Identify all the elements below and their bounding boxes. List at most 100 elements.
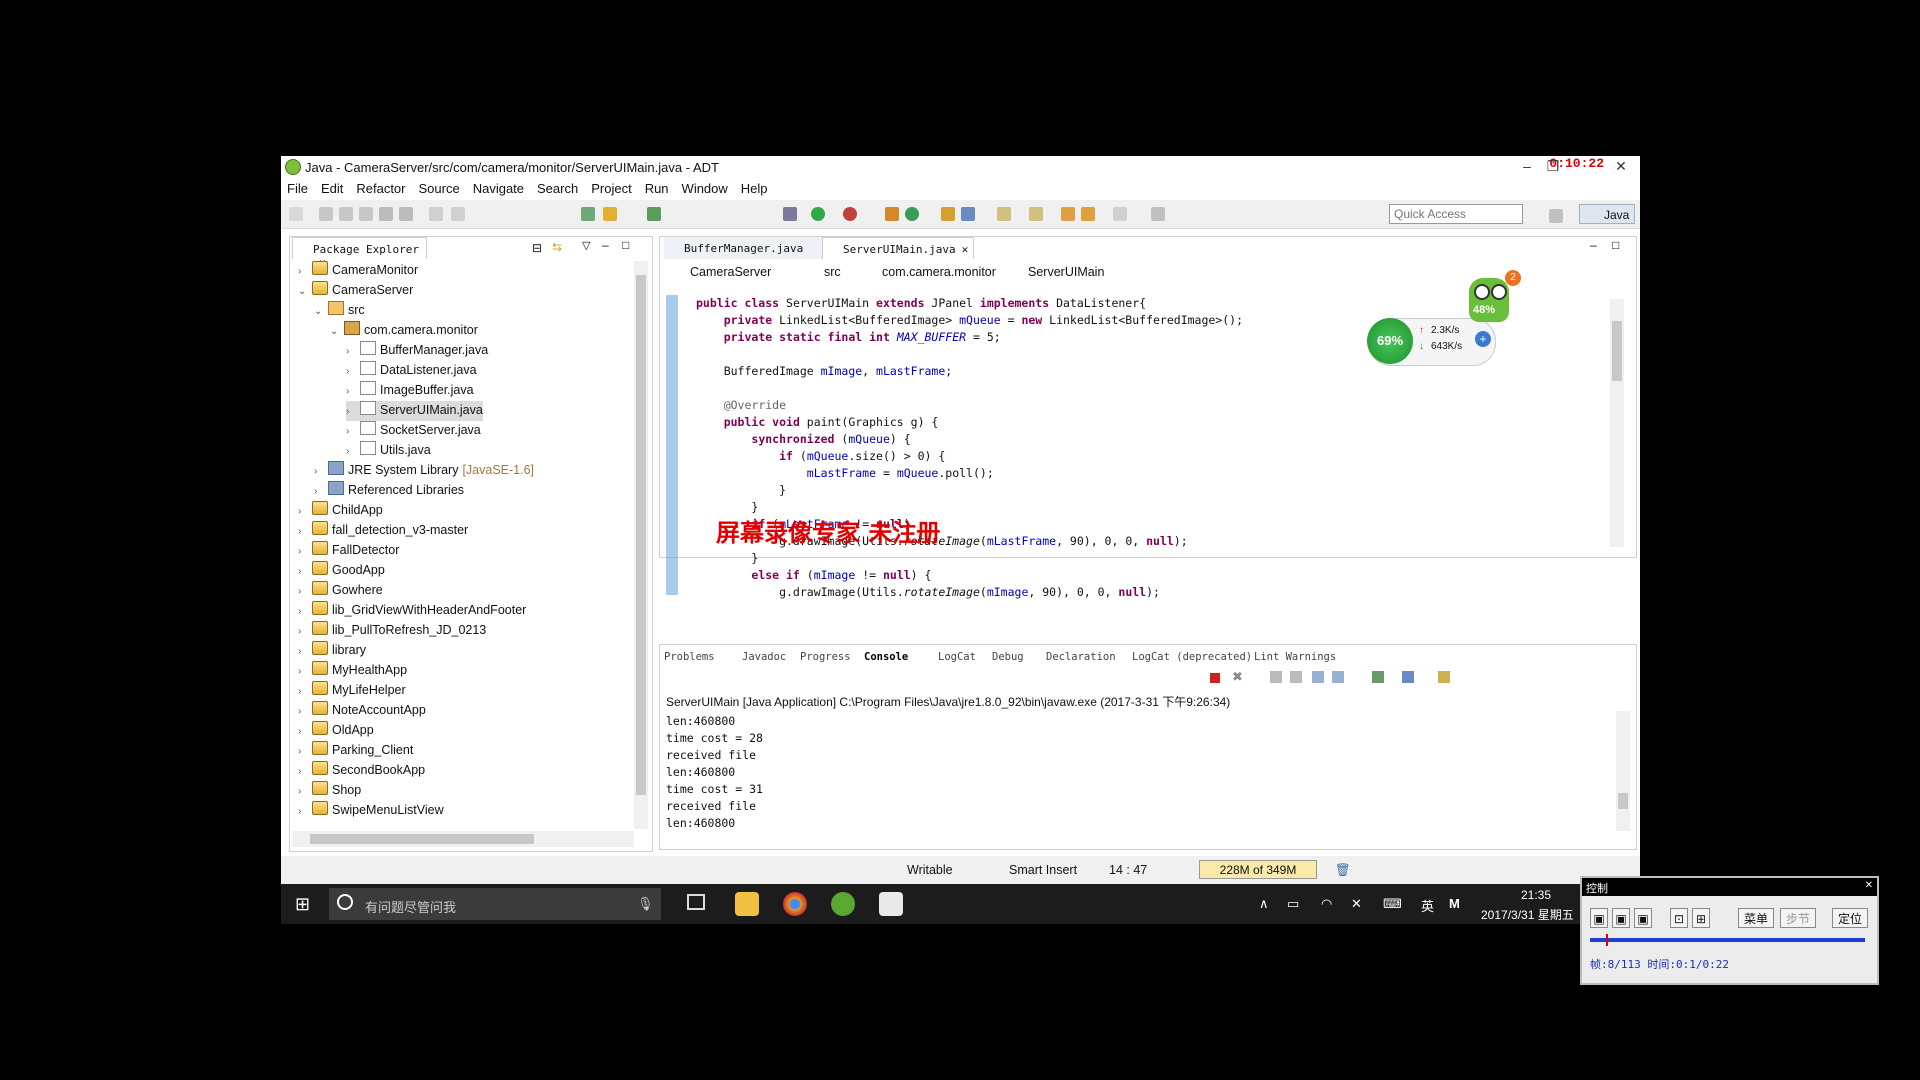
tree-item[interactable]: › JRE System Library [JavaSE-1.6] — [314, 461, 534, 481]
breadcrumb-item[interactable]: ServerUIMain — [1028, 265, 1104, 279]
tree-item[interactable]: › fall_detection_v3-master — [298, 521, 468, 541]
tree-item[interactable]: › MyLifeHelper — [298, 681, 406, 701]
windows-start-icon[interactable]: ⊞ — [295, 894, 310, 915]
tab-serveruimain-java[interactable]: ServerUIMain.java ✕ — [822, 237, 974, 259]
link-editor-icon[interactable]: ⇆ — [552, 240, 562, 254]
tree-item[interactable]: ⌄ com.camera.monitor — [330, 321, 478, 341]
menu-help[interactable]: Help — [735, 178, 775, 196]
tree-item[interactable]: ⌄ src — [314, 301, 365, 321]
last-edit-icon[interactable] — [1061, 207, 1075, 221]
expand-arrow-icon[interactable]: › — [346, 406, 358, 417]
locate-button[interactable]: 定位 — [1832, 908, 1868, 928]
prev-annotation-icon[interactable] — [1029, 207, 1043, 221]
next-annotation-icon[interactable] — [997, 207, 1011, 221]
expand-arrow-icon[interactable]: › — [298, 666, 310, 677]
back-icon[interactable] — [1081, 207, 1095, 221]
tree-item[interactable]: › ServerUIMain.java — [346, 401, 483, 421]
file-explorer-icon[interactable] — [735, 892, 759, 916]
minimize-view-icon[interactable]: – — [1590, 238, 1597, 252]
tree-item[interactable]: › SecondBookApp — [298, 761, 425, 781]
expand-arrow-icon[interactable]: › — [298, 646, 310, 657]
close-icon[interactable]: ✕ — [1611, 158, 1631, 176]
keyboard-icon[interactable]: ⌨ — [1383, 896, 1402, 912]
expand-arrow-icon[interactable]: › — [314, 466, 326, 477]
garbage-collect-icon[interactable]: 🗑 — [1335, 863, 1351, 878]
expand-arrow-icon[interactable]: › — [298, 526, 310, 537]
scroll-lock-icon[interactable] — [1290, 671, 1302, 683]
show-stdout-icon[interactable] — [1312, 671, 1324, 683]
menu-edit[interactable]: Edit — [315, 178, 350, 196]
cortana-search-box[interactable]: 有问题尽管问我 🎙 — [329, 888, 661, 920]
editor-vertical-scrollbar[interactable] — [1610, 299, 1624, 547]
tree-vertical-scrollbar[interactable] — [634, 261, 648, 829]
microphone-icon[interactable]: 🎙 — [637, 896, 654, 912]
clean-icon[interactable] — [399, 207, 413, 221]
tree-item[interactable]: › NoteAccountApp — [298, 701, 426, 721]
tree-item[interactable]: › SwipeMenuListView — [298, 801, 444, 821]
maximize-icon[interactable]: ❐ — [1543, 158, 1563, 176]
menu-button[interactable]: 菜单 — [1738, 908, 1774, 928]
collapse-all-icon[interactable]: ⊟ — [532, 241, 542, 255]
open-type-icon[interactable] — [941, 207, 955, 221]
build-icon[interactable] — [379, 207, 393, 221]
breadcrumb-item[interactable]: com.camera.monitor — [882, 265, 996, 279]
debug-icon[interactable] — [783, 207, 797, 221]
tree-item[interactable]: › ChildApp — [298, 501, 383, 521]
maximize-view-icon[interactable]: □ — [622, 238, 629, 252]
expand-arrow-icon[interactable]: › — [298, 786, 310, 797]
clock-date[interactable]: 2017/3/31 星期五 — [1481, 906, 1574, 923]
heap-status[interactable]: 228M of 349M — [1199, 860, 1317, 879]
expand-arrow-icon[interactable]: › — [298, 746, 310, 757]
tree-item[interactable]: › FallDetector — [298, 541, 399, 561]
tree-item[interactable]: › DataListener.java — [346, 361, 477, 381]
print-icon[interactable] — [359, 207, 373, 221]
expand-arrow-icon[interactable]: ⌄ — [314, 306, 326, 317]
expand-arrow-icon[interactable]: › — [298, 266, 310, 277]
minimize-icon[interactable]: – — [1517, 158, 1537, 176]
redo-icon[interactable] — [451, 207, 465, 221]
playback-position-marker[interactable] — [1606, 934, 1608, 946]
tree-item[interactable]: › SocketServer.java — [346, 421, 481, 441]
expand-arrow-icon[interactable]: › — [298, 626, 310, 637]
expand-arrow-icon[interactable]: › — [298, 606, 310, 617]
breadcrumb-item[interactable]: src — [824, 265, 841, 279]
tab-problems[interactable]: Problems — [664, 651, 715, 663]
tree-item[interactable]: › GoodApp — [298, 561, 385, 581]
tree-item[interactable]: › Referenced Libraries — [314, 481, 464, 501]
tree-item[interactable]: › ImageBuffer.java — [346, 381, 474, 401]
pin-editor-icon[interactable] — [1151, 207, 1165, 221]
expand-arrow-icon[interactable]: › — [298, 706, 310, 717]
expand-arrow-icon[interactable]: › — [298, 766, 310, 777]
tab-declaration[interactable]: Declaration — [1046, 651, 1116, 663]
expand-arrow-icon[interactable]: › — [298, 806, 310, 817]
console-output[interactable]: len:460800 time cost = 28 received file len… — [666, 713, 763, 832]
expand-arrow-icon[interactable]: › — [298, 686, 310, 697]
fit-window-icon[interactable]: ⊡ — [1670, 908, 1688, 928]
pin-console-icon[interactable] — [1372, 671, 1384, 683]
tree-item[interactable]: › Utils.java — [346, 441, 431, 461]
ime-indicator[interactable]: 英 — [1421, 896, 1434, 915]
tab-console[interactable]: Console — [864, 651, 908, 663]
expand-arrow-icon[interactable]: › — [298, 506, 310, 517]
tree-item[interactable]: › CameraMonitor — [298, 261, 418, 281]
close-icon[interactable]: ✕ — [962, 243, 969, 256]
run-icon[interactable] — [811, 207, 825, 221]
save-all-icon[interactable] — [339, 207, 353, 221]
tab-debug[interactable]: Debug — [992, 651, 1024, 663]
tab-buffermanager-java[interactable]: BufferManager.java — [664, 237, 824, 259]
tree-item[interactable]: ⌄ CameraServer — [298, 281, 413, 301]
java-taskbar-icon[interactable] — [879, 892, 903, 916]
task-view-icon[interactable] — [687, 894, 705, 910]
java-perspective-button[interactable]: Java — [1579, 204, 1635, 224]
expand-arrow-icon[interactable]: › — [314, 486, 326, 497]
menu-source[interactable]: Source — [413, 178, 467, 196]
tree-item[interactable]: › BufferManager.java — [346, 341, 488, 361]
tree-item[interactable]: › library — [298, 641, 366, 661]
network-icon[interactable]: ◠ — [1321, 896, 1332, 912]
tree-item[interactable]: › lib_PullToRefresh_JD_0213 — [298, 621, 486, 641]
undo-icon[interactable] — [429, 207, 443, 221]
tree-item[interactable]: › OldApp — [298, 721, 374, 741]
clear-console-icon[interactable] — [1270, 671, 1282, 683]
external-tools-icon[interactable] — [843, 207, 857, 221]
tree-item[interactable]: › MyHealthApp — [298, 661, 407, 681]
